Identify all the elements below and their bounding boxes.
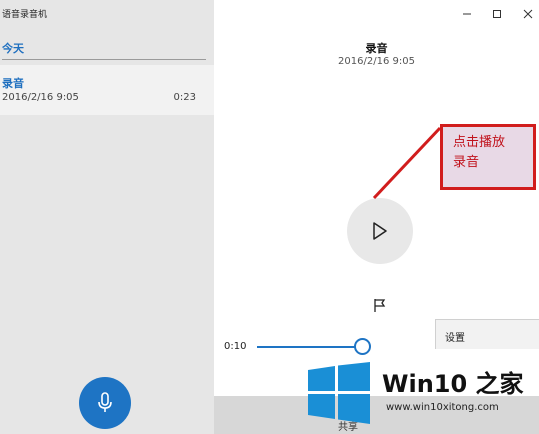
watermark: Win10 之家 www.win10xitong.com [306, 360, 539, 434]
annotation-line-1: 点击播放 [453, 135, 506, 150]
annotation-callout: 点击播放 录音 [440, 124, 536, 190]
annotation-line-2: 录音 [453, 155, 480, 170]
watermark-title: Win10 之家 [382, 370, 524, 398]
windows-logo-icon [308, 362, 370, 424]
annotation-text: 点击播放 录音 [453, 133, 505, 173]
watermark-url: www.win10xitong.com [386, 402, 499, 413]
